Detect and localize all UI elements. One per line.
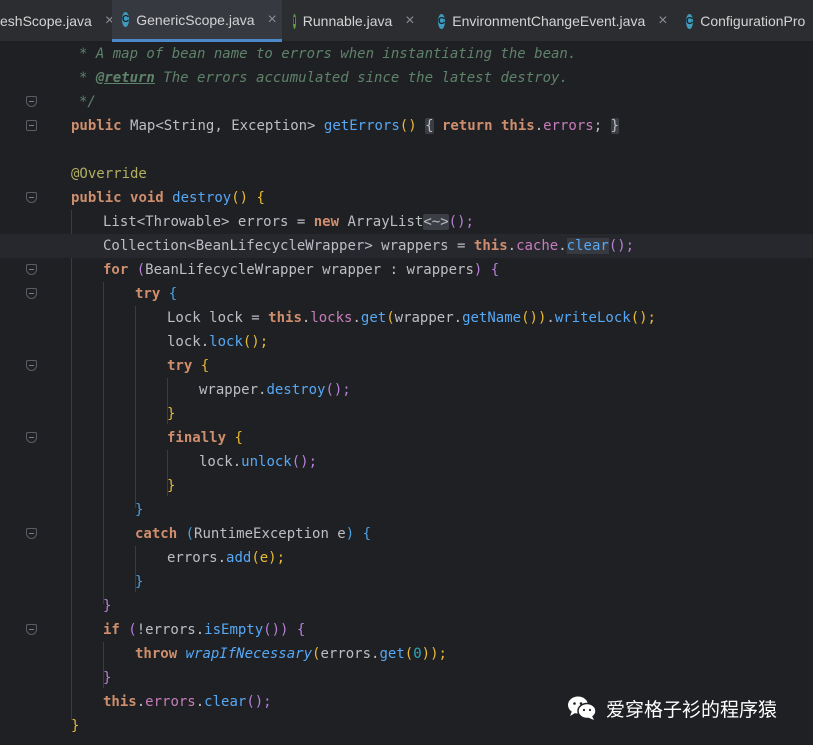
code-line: Lock lock = this.locks.get(wrapper.getNa… bbox=[167, 310, 656, 326]
code-line: List<Throwable> errors = new ArrayList<~… bbox=[103, 214, 474, 230]
interface-icon: I bbox=[293, 13, 296, 29]
tab-label: EnvironmentChangeEvent.java bbox=[452, 13, 646, 29]
code-line: finally { bbox=[0, 426, 813, 450]
code-line: * A map of bean name to errors when inst… bbox=[79, 46, 577, 62]
code-line: } bbox=[103, 598, 112, 614]
code-line-current: Collection<BeanLifecycleWrapper> wrapper… bbox=[0, 234, 813, 258]
tab-genericscope[interactable]: C GenericScope.java × bbox=[112, 0, 282, 42]
close-icon[interactable]: × bbox=[658, 13, 667, 29]
tab-environmentchangeevent[interactable]: C EnvironmentChangeEvent.java × bbox=[428, 0, 676, 42]
code-line: } bbox=[103, 670, 112, 686]
tab-label: Runnable.java bbox=[302, 13, 393, 29]
fold-icon[interactable] bbox=[26, 192, 37, 203]
wechat-icon bbox=[568, 696, 597, 720]
code-line: */ bbox=[0, 90, 813, 114]
watermark: 爱穿格子衫的程序猿 bbox=[566, 692, 777, 724]
code-line: wrapper.destroy(); bbox=[199, 382, 351, 398]
fold-icon[interactable] bbox=[26, 288, 37, 299]
tab-runnable[interactable]: I Runnable.java × bbox=[283, 0, 423, 42]
fold-icon[interactable] bbox=[26, 624, 37, 635]
code-line: try { bbox=[0, 354, 813, 378]
tab-label: ConfigurationPro bbox=[700, 13, 806, 29]
code-editor[interactable]: * A map of bean name to errors when inst… bbox=[0, 42, 813, 745]
tab-label: eshScope.java bbox=[0, 13, 92, 29]
class-icon: C bbox=[686, 13, 694, 29]
code-line: throw wrapIfNecessary(errors.get(0)); bbox=[135, 646, 447, 662]
close-icon[interactable]: × bbox=[268, 11, 277, 28]
code-line: @Override bbox=[71, 166, 147, 182]
tab-refreshscope[interactable]: eshScope.java × bbox=[0, 0, 114, 42]
code-line: public void destroy() { bbox=[0, 186, 813, 210]
fold-icon[interactable] bbox=[26, 528, 37, 539]
code-line: errors.add(e); bbox=[167, 550, 286, 566]
editor-tab-bar: eshScope.java × C GenericScope.java × I … bbox=[0, 0, 813, 42]
code-line: } bbox=[167, 406, 176, 422]
code-line: lock.unlock(); bbox=[199, 454, 318, 470]
ide-window: { "tabs": [ {"label": "eshScope.java", "… bbox=[0, 0, 813, 745]
code-line: } bbox=[167, 478, 176, 494]
fold-icon[interactable] bbox=[26, 264, 37, 275]
fold-icon[interactable] bbox=[26, 432, 37, 443]
fold-icon[interactable] bbox=[26, 360, 37, 371]
fold-icon[interactable] bbox=[26, 96, 37, 107]
class-icon: C bbox=[438, 13, 446, 29]
code-line: * @return The errors accumulated since t… bbox=[79, 70, 568, 86]
code-line: } bbox=[135, 574, 144, 590]
watermark-text: 爱穿格子衫的程序猿 bbox=[606, 698, 778, 721]
class-icon: C bbox=[122, 12, 130, 27]
code-line: catch (RuntimeException e) { bbox=[0, 522, 813, 546]
code-line: lock.lock(); bbox=[167, 334, 269, 350]
code-line: public Map<String, Exception> getErrors(… bbox=[0, 114, 813, 138]
code-line: try { bbox=[0, 282, 813, 306]
tab-label: GenericScope.java bbox=[136, 11, 255, 28]
tab-configurationproperties[interactable]: C ConfigurationPro bbox=[676, 0, 813, 42]
code-line: } bbox=[135, 502, 144, 518]
fold-icon[interactable] bbox=[26, 120, 37, 131]
code-line: for (BeanLifecycleWrapper wrapper : wrap… bbox=[0, 258, 813, 282]
close-icon[interactable]: × bbox=[405, 13, 414, 29]
code-line: if (!errors.isEmpty()) { bbox=[0, 618, 813, 642]
